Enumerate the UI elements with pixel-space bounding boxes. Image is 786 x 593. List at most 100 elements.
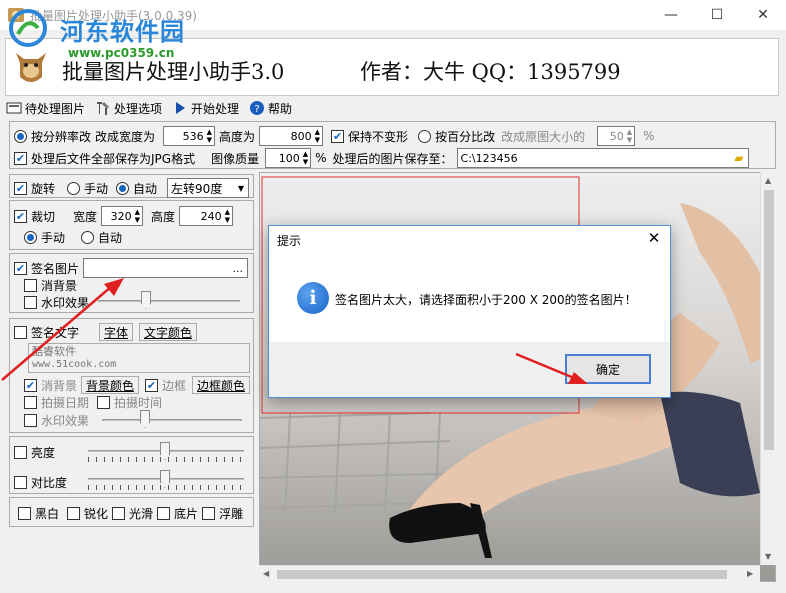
contrast-checkbox[interactable] xyxy=(14,476,27,489)
effect-emboss-label: 浮雕 xyxy=(219,507,244,521)
bull-logo-icon xyxy=(16,53,46,82)
brightness-label: 亮度 xyxy=(31,446,56,460)
spin-arrows-icon[interactable]: ▲ ▼ xyxy=(303,150,308,166)
close-button[interactable]: ✕ xyxy=(740,0,786,30)
quality-spinner[interactable]: 100 ▲ ▼ xyxy=(265,148,312,168)
minimize-button[interactable]: — xyxy=(648,0,694,30)
toolbar: 待处理图片 处理选项 开始处理 ? 帮助 xyxy=(6,98,302,118)
scroll-up-icon[interactable]: ▲ xyxy=(765,176,771,185)
alert-dialog: 提示 ✕ i 签名图片太大，请选择面积小于200 X 200的签名图片！ 确定 xyxy=(268,225,671,398)
scroll-left-icon[interactable]: ◀ xyxy=(263,569,269,578)
effects-panel: 黑白 锐化 光滑 底片 浮雕 xyxy=(9,497,254,527)
scroll-thumb-v[interactable] xyxy=(764,190,774,450)
crop-width-spinner[interactable]: 320 ▲ ▼ xyxy=(101,206,144,226)
toolbar-start-process[interactable]: 开始处理 xyxy=(172,100,239,117)
width-spinner[interactable]: 536 ▲ ▼ xyxy=(163,126,216,146)
toolbar-process-options[interactable]: 处理选项 xyxy=(95,100,162,117)
shoot-time-label: 拍摄时间 xyxy=(114,396,163,410)
height-value: 800 xyxy=(290,129,312,143)
quality-value: 100 xyxy=(278,151,300,165)
effect-negative-checkbox[interactable] xyxy=(157,507,171,520)
horizontal-scrollbar[interactable]: ◀ ▶ xyxy=(259,565,760,582)
rotate-direction-select[interactable]: 左转90度 ▼ xyxy=(167,178,250,198)
site-logo-icon xyxy=(9,9,47,47)
adjust-panel: 亮度 对比度 xyxy=(9,436,254,494)
shoot-date-checkbox[interactable] xyxy=(24,396,37,409)
effect-bw-checkbox[interactable] xyxy=(18,507,31,520)
shoot-time-checkbox[interactable] xyxy=(97,396,111,409)
crop-checkbox[interactable] xyxy=(14,209,27,223)
rotate-manual-radio[interactable] xyxy=(67,181,81,195)
toolbar-help[interactable]: ? 帮助 xyxy=(249,100,292,117)
contrast-label: 对比度 xyxy=(31,476,68,490)
rotate-direction-value: 左转90度 xyxy=(171,181,223,196)
toolbar-pending-images[interactable]: 待处理图片 xyxy=(6,100,85,117)
crop-height-value: 240 xyxy=(200,209,222,223)
spin-arrows-icon[interactable]: ▲ ▼ xyxy=(225,208,230,224)
image-list-icon xyxy=(6,102,22,114)
crop-panel: 裁切 宽度 320▲▼ 高度 240▲▼ 手动 自动 xyxy=(9,200,254,250)
spin-arrows-icon[interactable]: ▲ ▼ xyxy=(315,128,320,144)
vertical-scrollbar[interactable]: ▲ ▼ xyxy=(760,172,776,565)
maximize-button[interactable]: ☐ xyxy=(694,0,740,30)
signature-image-checkbox[interactable] xyxy=(14,261,27,275)
sig-text-watermark-slider-track[interactable] xyxy=(102,419,242,421)
browse-icon[interactable]: ... xyxy=(233,262,244,275)
sig-text-border-checkbox[interactable] xyxy=(145,378,159,392)
spin-arrows-icon[interactable]: ▲ ▼ xyxy=(627,128,632,144)
percent-value: 50 xyxy=(609,129,624,143)
by-percent-radio[interactable] xyxy=(418,129,432,143)
text-color-button[interactable]: 文字颜色 xyxy=(139,323,198,341)
crop-height-spinner[interactable]: 240 ▲ ▼ xyxy=(179,206,234,226)
resize-options: 按分辨率改 改成宽度为 536▲▼ 高度为 800▲▼ 保持不变形 按百分比改 … xyxy=(9,121,776,169)
effect-emboss-checkbox[interactable] xyxy=(202,507,216,520)
folder-icon[interactable]: ▰ xyxy=(734,151,743,165)
spin-arrows-icon[interactable]: ▲ ▼ xyxy=(207,128,212,144)
quality-label: 图像质量 xyxy=(211,151,260,166)
crop-width-label: 宽度 xyxy=(73,209,98,224)
by-resolution-label: 按分辨率改 xyxy=(31,129,92,144)
sig-text-watermark-checkbox[interactable] xyxy=(24,414,37,427)
save-jpg-checkbox[interactable] xyxy=(14,151,27,165)
effect-sharpen-checkbox[interactable] xyxy=(67,507,81,520)
annotation-arrow-ok xyxy=(515,352,588,384)
chevron-down-icon: ▼ xyxy=(237,183,245,193)
by-resolution-radio[interactable] xyxy=(14,129,27,143)
shoot-date-label: 拍摄日期 xyxy=(41,396,90,410)
effect-negative-label: 底片 xyxy=(174,507,199,521)
keep-aspect-label: 保持不变形 xyxy=(348,129,409,144)
watermark-site: 河东软件园 xyxy=(60,18,185,46)
height-spinner[interactable]: 800 ▲ ▼ xyxy=(259,126,324,146)
dialog-close-icon[interactable]: ✕ xyxy=(644,228,664,248)
signature-image-path-field[interactable]: ... xyxy=(83,258,249,278)
scroll-right-icon[interactable]: ▶ xyxy=(747,569,753,578)
scroll-down-icon[interactable]: ▼ xyxy=(765,552,771,561)
scroll-thumb-h[interactable] xyxy=(277,570,727,579)
sig-image-watermark-slider-thumb[interactable] xyxy=(141,291,151,309)
by-percent-label: 按百分比改 xyxy=(435,129,496,144)
width-value: 536 xyxy=(182,129,204,143)
crop-auto-radio[interactable] xyxy=(81,231,95,244)
crop-label: 裁切 xyxy=(31,209,56,224)
border-color-button[interactable]: 边框颜色 xyxy=(192,376,251,394)
rotate-auto-radio[interactable] xyxy=(116,181,130,195)
percent-spinner[interactable]: 50 ▲ ▼ xyxy=(597,126,636,146)
effect-smooth-checkbox[interactable] xyxy=(112,507,126,520)
effect-sharpen-label: 锐化 xyxy=(84,507,109,521)
crop-manual-radio[interactable] xyxy=(24,231,37,244)
spin-arrows-icon[interactable]: ▲ ▼ xyxy=(135,208,140,224)
brightness-checkbox[interactable] xyxy=(14,446,27,459)
percent-unit: % xyxy=(643,129,655,143)
toolbar-label: 开始处理 xyxy=(191,101,240,116)
rotate-panel: 旋转 手动 自动 左转90度 ▼ xyxy=(9,174,254,198)
author-info: 作者：大牛 QQ：1395799 xyxy=(360,60,621,84)
keep-aspect-checkbox[interactable] xyxy=(331,129,345,143)
sig-text-watermark-slider-thumb[interactable] xyxy=(140,410,150,428)
tools-icon xyxy=(97,102,110,115)
dialog-message: 签名图片太大，请选择面积小于200 X 200的签名图片！ xyxy=(335,293,637,307)
save-path-field[interactable]: C:\123456 ▰ xyxy=(456,148,749,168)
save-jpg-label: 处理后文件全部保存为JPG格式 xyxy=(31,151,196,166)
height-label: 高度为 xyxy=(219,129,256,144)
app-name: 批量图片处理小助手3.0 xyxy=(62,60,285,84)
rotate-checkbox[interactable] xyxy=(14,181,27,195)
